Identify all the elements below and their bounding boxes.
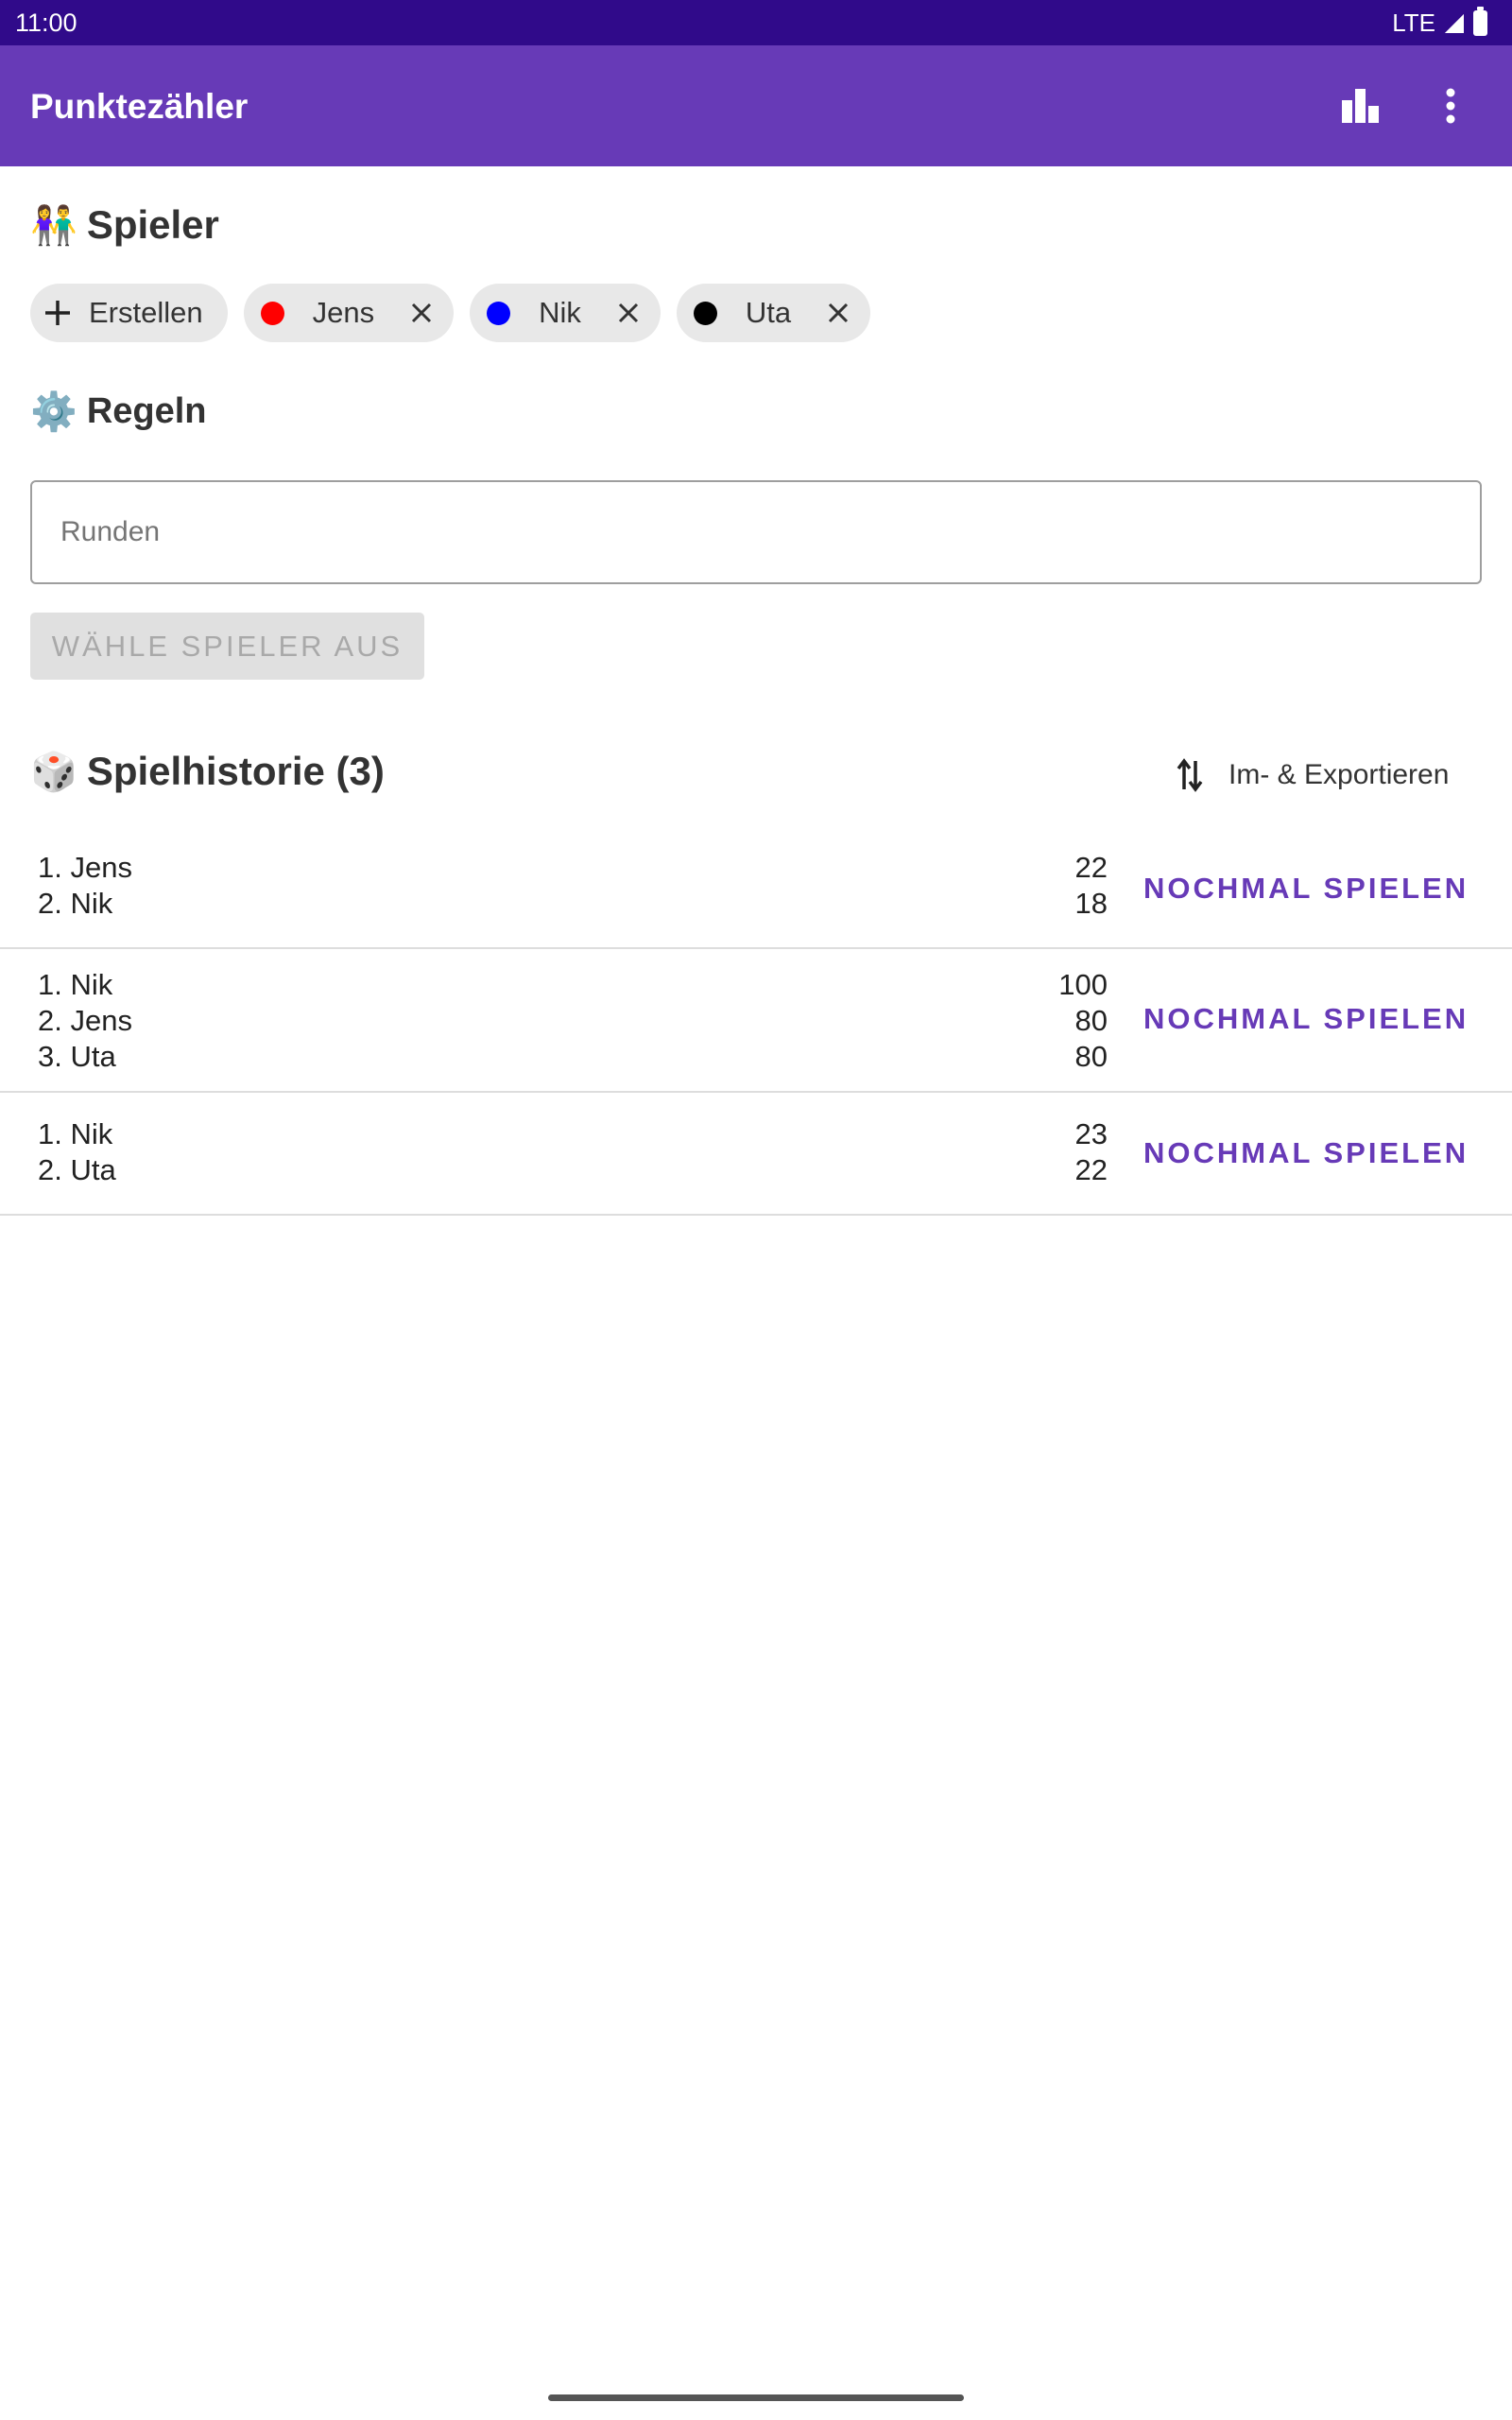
rank-entry: 2. Uta bbox=[38, 1153, 116, 1186]
history-row: 1. Jens 2. Nik 22 18 NOCHMAL SPIELEN bbox=[0, 832, 1512, 949]
player-chip-uta[interactable]: Uta bbox=[676, 284, 871, 342]
score-list: 100 80 80 bbox=[1058, 967, 1108, 1075]
replay-button[interactable]: NOCHMAL SPIELEN bbox=[1143, 872, 1469, 906]
players-section-title: 👫 Spieler bbox=[30, 202, 219, 248]
history-row: 1. Nik 2. Uta 23 22 NOCHMAL SPIELEN bbox=[0, 1093, 1512, 1216]
rules-title: Regeln bbox=[86, 391, 207, 431]
rank-entry: 2. Jens bbox=[38, 1004, 132, 1037]
replay-button[interactable]: NOCHMAL SPIELEN bbox=[1143, 1136, 1469, 1170]
close-icon[interactable] bbox=[408, 300, 435, 326]
import-export-button[interactable]: Im- & Exportieren bbox=[1176, 747, 1449, 804]
import-export-label: Im- & Exportieren bbox=[1228, 759, 1450, 790]
game-history-list: 1. Jens 2. Nik 22 18 NOCHMAL SPIELEN 1. … bbox=[0, 832, 1512, 1216]
player-name: Jens bbox=[312, 296, 375, 329]
ranking-list: 1. Nik 2. Uta bbox=[38, 1116, 116, 1188]
create-player-chip[interactable]: Erstellen bbox=[30, 284, 228, 342]
player-name: Nik bbox=[539, 296, 581, 329]
players-title: Spieler bbox=[86, 202, 219, 247]
score-entry: 22 bbox=[1074, 1153, 1108, 1186]
rank-entry: 1. Nik bbox=[38, 1117, 113, 1150]
score-list: 23 22 bbox=[1075, 1116, 1108, 1188]
score-entry: 100 bbox=[1058, 968, 1108, 1001]
score-entry: 18 bbox=[1074, 887, 1108, 920]
player-color-dot bbox=[693, 301, 717, 325]
signal-icon bbox=[1445, 13, 1464, 33]
player-color-dot bbox=[260, 301, 284, 325]
rank-entry: 2. Nik bbox=[38, 887, 113, 920]
rounds-input[interactable] bbox=[30, 480, 1482, 584]
score-entry: 80 bbox=[1074, 1040, 1108, 1073]
dice-icon: 🎲 bbox=[30, 750, 77, 794]
statistics-button[interactable] bbox=[1331, 76, 1391, 136]
rank-entry: 1. Nik bbox=[38, 968, 113, 1001]
history-row: 1. Nik 2. Jens 3. Uta 100 80 80 NOCHMAL … bbox=[0, 949, 1512, 1093]
more-options-button[interactable] bbox=[1420, 76, 1481, 136]
score-list: 22 18 bbox=[1075, 850, 1108, 922]
rules-section-title: ⚙️ Regeln bbox=[30, 389, 207, 434]
player-color-dot bbox=[487, 301, 511, 325]
home-indicator[interactable] bbox=[548, 2394, 964, 2401]
player-chips: Erstellen Jens Nik Uta bbox=[30, 284, 871, 342]
score-entry: 23 bbox=[1074, 1117, 1108, 1150]
player-name: Uta bbox=[745, 296, 792, 329]
family-icon: 👫 bbox=[30, 203, 77, 248]
player-chip-jens[interactable]: Jens bbox=[243, 284, 455, 342]
status-time: 11:00 bbox=[15, 9, 77, 37]
history-section-title: 🎲 Spielhistorie (3) bbox=[30, 749, 385, 794]
player-chip-nik[interactable]: Nik bbox=[470, 284, 661, 342]
history-title: Spielhistorie (3) bbox=[86, 749, 385, 793]
ranking-list: 1. Jens 2. Nik bbox=[38, 850, 132, 922]
app-bar: Punktezähler bbox=[0, 45, 1512, 166]
app-title: Punktezähler bbox=[30, 87, 249, 126]
create-player-label: Erstellen bbox=[89, 296, 203, 329]
rank-entry: 3. Uta bbox=[38, 1040, 116, 1073]
close-icon[interactable] bbox=[615, 300, 642, 326]
gear-icon: ⚙️ bbox=[30, 390, 77, 434]
choose-players-button[interactable]: WÄHLE SPIELER AUS bbox=[30, 613, 424, 680]
rank-entry: 1. Jens bbox=[38, 851, 132, 884]
status-bar: 11:00 LTE bbox=[0, 0, 1512, 45]
score-entry: 80 bbox=[1074, 1004, 1108, 1037]
close-icon[interactable] bbox=[825, 300, 851, 326]
bar-chart-icon bbox=[1342, 89, 1379, 123]
replay-button[interactable]: NOCHMAL SPIELEN bbox=[1143, 1002, 1469, 1036]
score-entry: 22 bbox=[1074, 851, 1108, 884]
plus-icon bbox=[45, 301, 70, 325]
battery-icon bbox=[1473, 7, 1487, 36]
ranking-list: 1. Nik 2. Jens 3. Uta bbox=[38, 967, 132, 1075]
swap-vert-icon bbox=[1177, 758, 1203, 792]
more-vert-icon bbox=[1446, 88, 1455, 124]
status-icons: LTE bbox=[1392, 7, 1487, 38]
network-type: LTE bbox=[1392, 9, 1435, 37]
